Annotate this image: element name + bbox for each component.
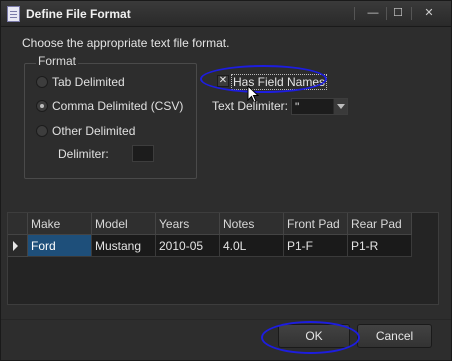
delimiter-label: Delimiter: xyxy=(58,147,109,161)
table-cell[interactable]: P1-F xyxy=(284,235,348,257)
title-separator xyxy=(411,7,412,20)
table-cell[interactable]: 2010-05 xyxy=(156,235,220,257)
delimiter-input[interactable] xyxy=(132,145,154,162)
close-button[interactable]: ✕ xyxy=(418,5,440,21)
document-icon xyxy=(7,6,20,22)
preview-grid[interactable]: Make Model Years Notes Front Pad Rear Pa… xyxy=(7,212,439,305)
divider xyxy=(1,319,451,320)
radio-label: Tab Delimited xyxy=(52,75,125,89)
text-delimiter-value: " xyxy=(295,100,300,114)
column-header-years[interactable]: Years xyxy=(156,213,220,235)
title-separator xyxy=(354,7,355,20)
column-header-model[interactable]: Model xyxy=(92,213,156,235)
column-header-rear-pad[interactable]: Rear Pad xyxy=(348,213,412,235)
radio-button[interactable] xyxy=(36,100,48,112)
window-title: Define File Format xyxy=(26,7,131,21)
table-cell[interactable]: P1-R xyxy=(348,235,412,257)
maximize-button[interactable]: ☐ xyxy=(387,5,409,21)
text-delimiter-label: Text Delimiter: xyxy=(212,99,289,113)
radio-button[interactable] xyxy=(36,76,48,88)
define-file-format-dialog: Define File Format — ☐ ✕ Choose the appr… xyxy=(0,0,452,361)
annotation-circle xyxy=(261,321,360,354)
radio-label: Other Delimited xyxy=(52,124,136,138)
format-group-legend: Format xyxy=(36,54,79,68)
column-header-front-pad[interactable]: Front Pad xyxy=(284,213,348,235)
table-cell[interactable]: Mustang xyxy=(92,235,156,257)
table-cell[interactable]: Ford xyxy=(28,235,92,257)
current-row-indicator[interactable] xyxy=(8,235,28,257)
radio-label: Comma Delimited (CSV) xyxy=(52,99,184,113)
radio-button[interactable] xyxy=(36,125,48,137)
cancel-button[interactable]: Cancel xyxy=(357,324,432,348)
annotation-circle xyxy=(200,65,327,93)
minimize-button[interactable]: — xyxy=(362,5,384,21)
text-delimiter-select[interactable]: " xyxy=(291,98,348,115)
title-bar: Define File Format — ☐ ✕ xyxy=(1,1,451,27)
grid-corner xyxy=(8,213,28,235)
column-header-notes[interactable]: Notes xyxy=(220,213,284,235)
chevron-down-icon[interactable] xyxy=(333,99,347,114)
table-cell[interactable]: 4.0L xyxy=(220,235,284,257)
column-header-make[interactable]: Make xyxy=(28,213,92,235)
instructions-text: Choose the appropriate text file format. xyxy=(22,36,230,50)
